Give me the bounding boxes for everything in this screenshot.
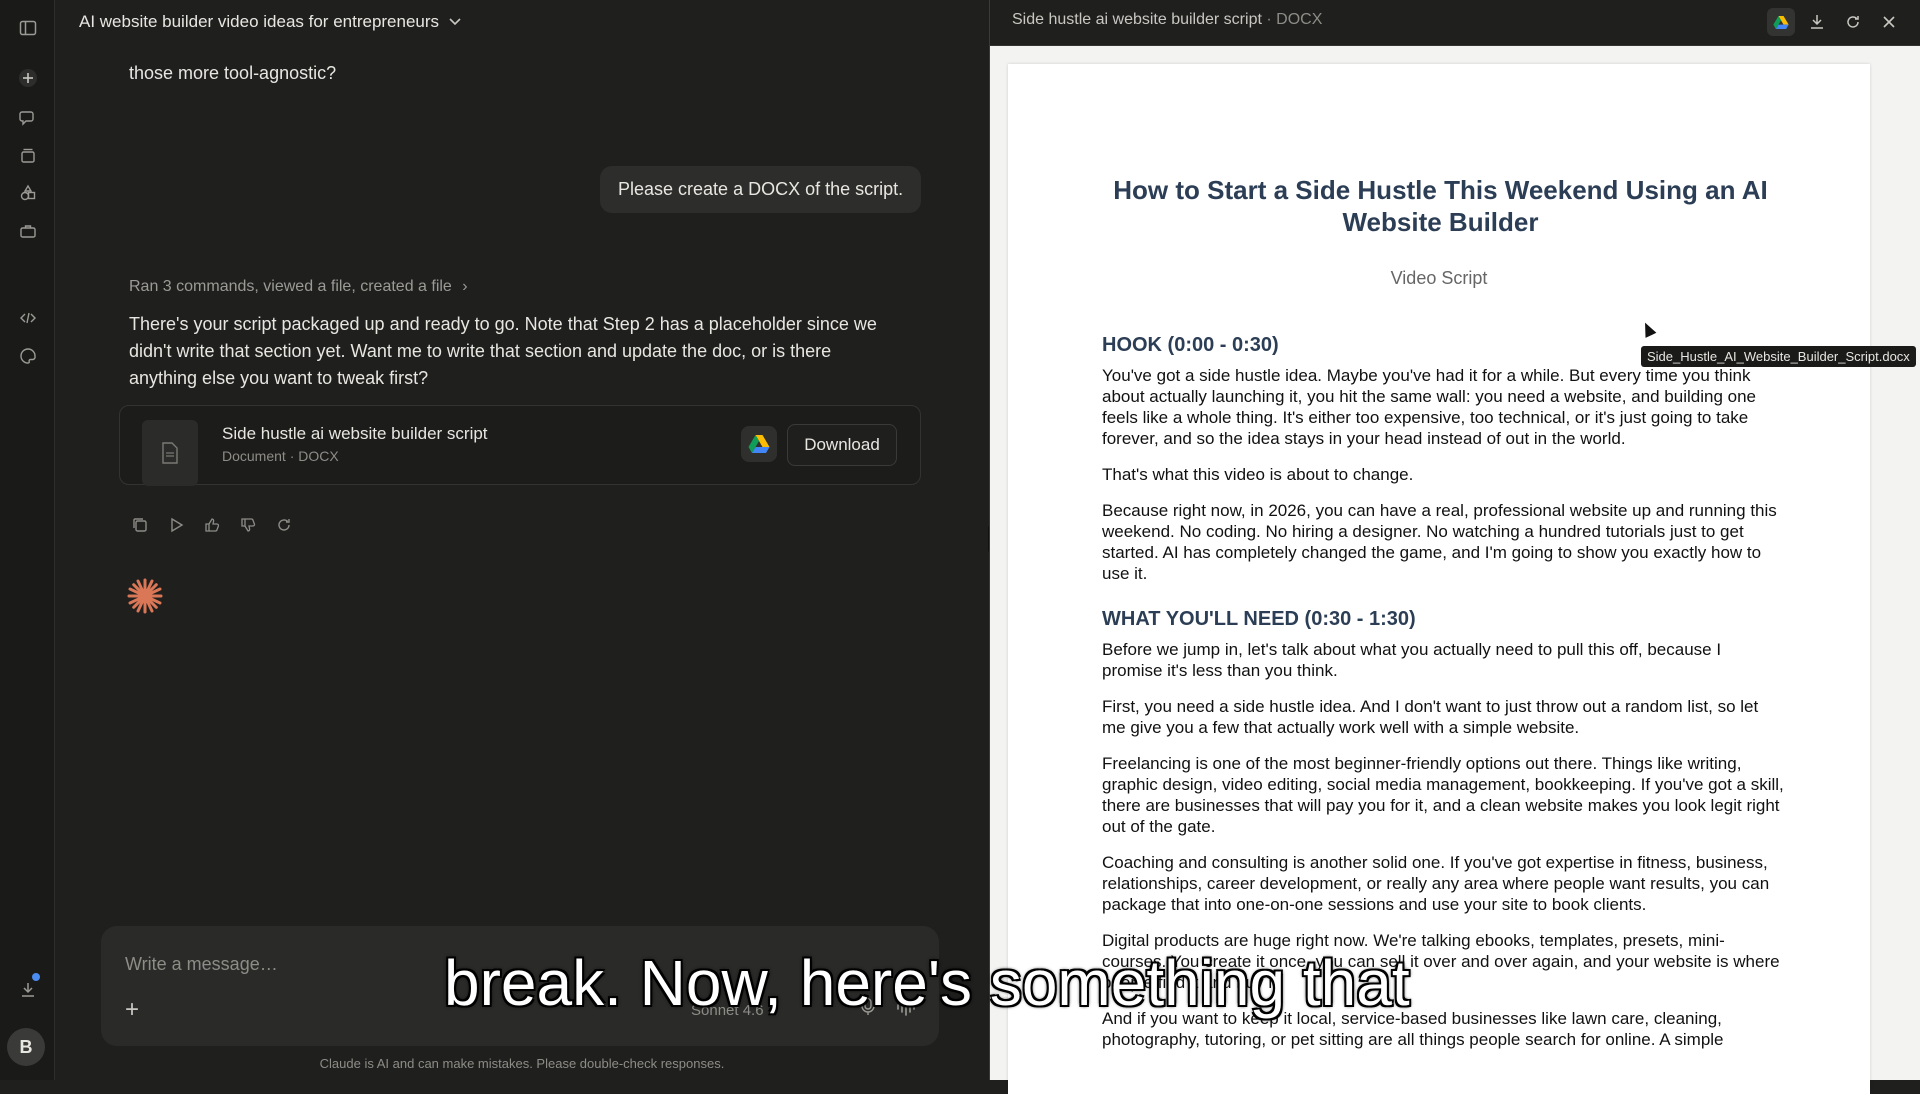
- paragraph: Because right now, in 2026, you can have…: [1102, 501, 1777, 583]
- filename-tooltip: Side_Hustle_AI_Website_Builder_Script.do…: [1641, 346, 1916, 367]
- refresh-icon[interactable]: [1839, 8, 1867, 36]
- briefcase-icon[interactable]: [16, 219, 40, 243]
- assistant-reply: There's your script packaged up and read…: [129, 314, 877, 388]
- previous-message-tail: those more tool-agnostic?: [129, 63, 337, 83]
- file-card[interactable]: Side hustle ai website builder script Do…: [119, 405, 921, 486]
- message-actions: [129, 514, 295, 536]
- thumbs-up-icon[interactable]: [201, 514, 223, 536]
- chat-title-dropdown[interactable]: AI website builder video ideas for entre…: [79, 12, 461, 32]
- paragraph: Before we jump in, let's talk about what…: [1102, 640, 1722, 680]
- stack-icon[interactable]: [16, 143, 40, 167]
- paragraph: Freelancing is one of the most beginner-…: [1102, 754, 1784, 836]
- document-title: Side hustle ai website builder script · …: [1012, 11, 1322, 29]
- copy-icon[interactable]: [129, 514, 151, 536]
- notification-dot: [32, 973, 40, 981]
- disclaimer: Claude is AI and can make mistakes. Plea…: [319, 1056, 725, 1071]
- chat-title: AI website builder video ideas for entre…: [79, 12, 440, 31]
- chevron-right-icon: ›: [462, 278, 468, 295]
- file-meta: Document · DOCX: [222, 448, 339, 464]
- message-input[interactable]: Write a message…: [125, 954, 278, 975]
- document-heading: How to Start a Side Hustle This Weekend …: [1113, 175, 1768, 237]
- sidebar-toggle-icon[interactable]: [16, 16, 40, 40]
- claude-spark-icon: [125, 576, 165, 621]
- shapes-icon[interactable]: [16, 181, 40, 205]
- chat-pane: AI website builder video ideas for entre…: [55, 0, 989, 1080]
- retry-icon[interactable]: [273, 514, 295, 536]
- google-drive-icon: [748, 435, 770, 453]
- add-attachment-icon[interactable]: +: [125, 996, 139, 1024]
- close-icon[interactable]: [1875, 8, 1903, 36]
- palette-icon[interactable]: [16, 344, 40, 368]
- paragraph: First, you need a side hustle idea. And …: [1102, 697, 1759, 737]
- google-drive-icon[interactable]: [1767, 8, 1795, 36]
- play-icon[interactable]: [165, 514, 187, 536]
- document-type: · DOCX: [1266, 11, 1323, 28]
- activity-summary-text: Ran 3 commands, viewed a file, created a…: [129, 278, 452, 295]
- file-name: Side hustle ai website builder script: [222, 424, 488, 443]
- download-icon[interactable]: [1803, 8, 1831, 36]
- chevron-down-icon: [449, 18, 461, 26]
- chat-icon[interactable]: [16, 105, 40, 129]
- paragraph: That's what this video is about to chang…: [1102, 465, 1414, 484]
- thumbs-down-icon[interactable]: [237, 514, 259, 536]
- download-icon[interactable]: [16, 978, 40, 1002]
- activity-summary[interactable]: Ran 3 commands, viewed a file, created a…: [129, 278, 468, 296]
- left-rail: B: [0, 0, 55, 1080]
- google-drive-button[interactable]: [741, 426, 777, 462]
- paragraph: Coaching and consulting is another solid…: [1102, 853, 1770, 914]
- code-icon[interactable]: [16, 306, 40, 330]
- avatar[interactable]: B: [7, 1028, 45, 1066]
- document-page: How to Start a Side Hustle This Weekend …: [1008, 64, 1870, 1094]
- new-chat-icon[interactable]: [16, 66, 40, 90]
- paragraph: You've got a side hustle idea. Maybe you…: [1102, 366, 1756, 448]
- document-icon: [142, 420, 198, 486]
- video-caption: break. Now, here's something that: [444, 947, 1410, 1019]
- document-header: Side hustle ai website builder script · …: [990, 0, 1920, 46]
- document-toolbar: [1767, 8, 1903, 36]
- document-name: Side hustle ai website builder script: [1012, 11, 1262, 28]
- section-heading: WHAT YOU'LL NEED (0:30 - 1:30): [1102, 608, 1416, 630]
- user-message: Please create a DOCX of the script.: [600, 166, 922, 213]
- document-preview-pane: Side hustle ai website builder script · …: [989, 0, 1920, 1094]
- download-button[interactable]: Download: [787, 424, 897, 466]
- document-subtitle: Video Script: [1390, 268, 1488, 288]
